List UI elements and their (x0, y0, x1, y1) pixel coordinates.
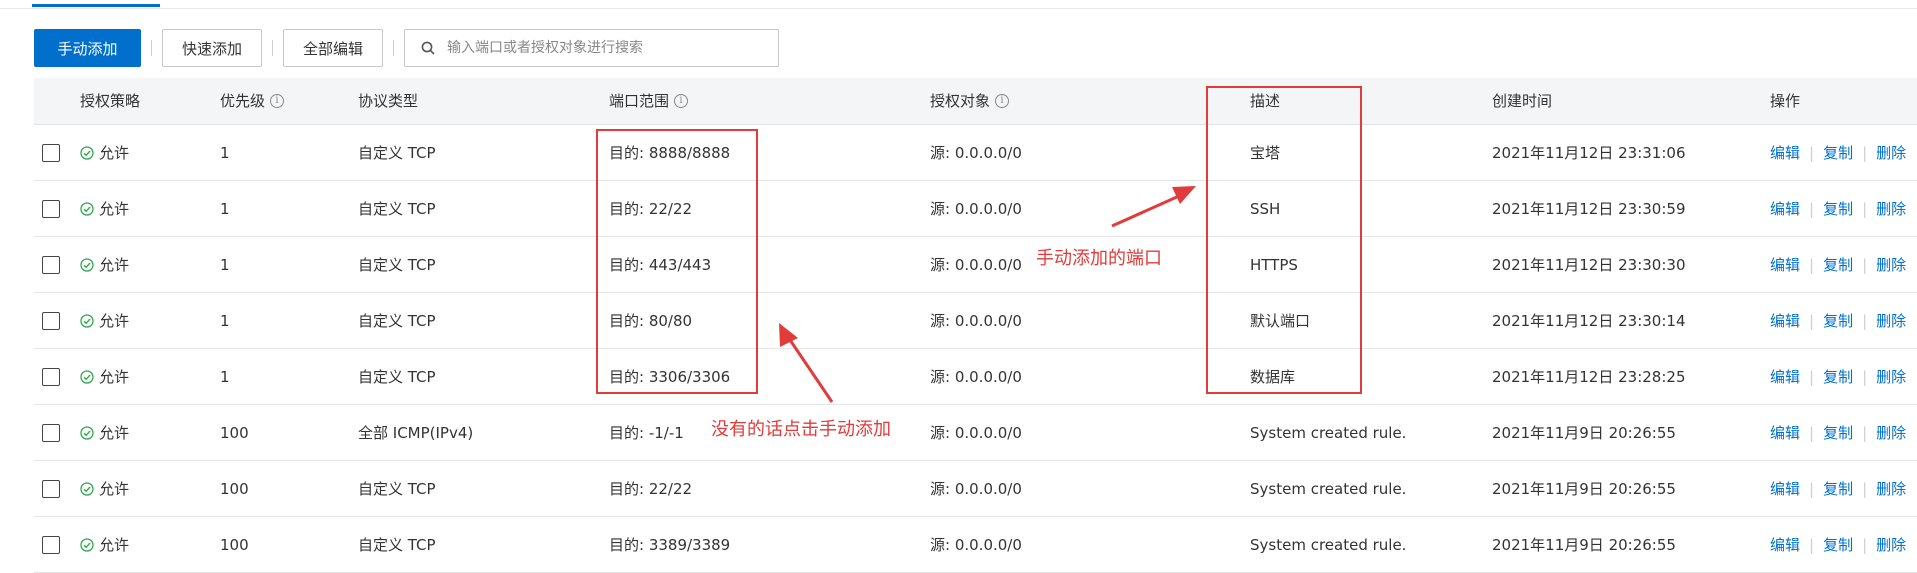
arrow-to-description (1111, 190, 1189, 228)
no-port-note: 没有的话点击手动添加 (711, 419, 891, 440)
arrow-head (1172, 186, 1196, 204)
annotation-arrows (779, 186, 1196, 403)
arrow-head (779, 323, 798, 347)
manual-ports-note: 手动添加的端口 (1036, 248, 1162, 269)
arrow-to-port-range (784, 333, 834, 403)
